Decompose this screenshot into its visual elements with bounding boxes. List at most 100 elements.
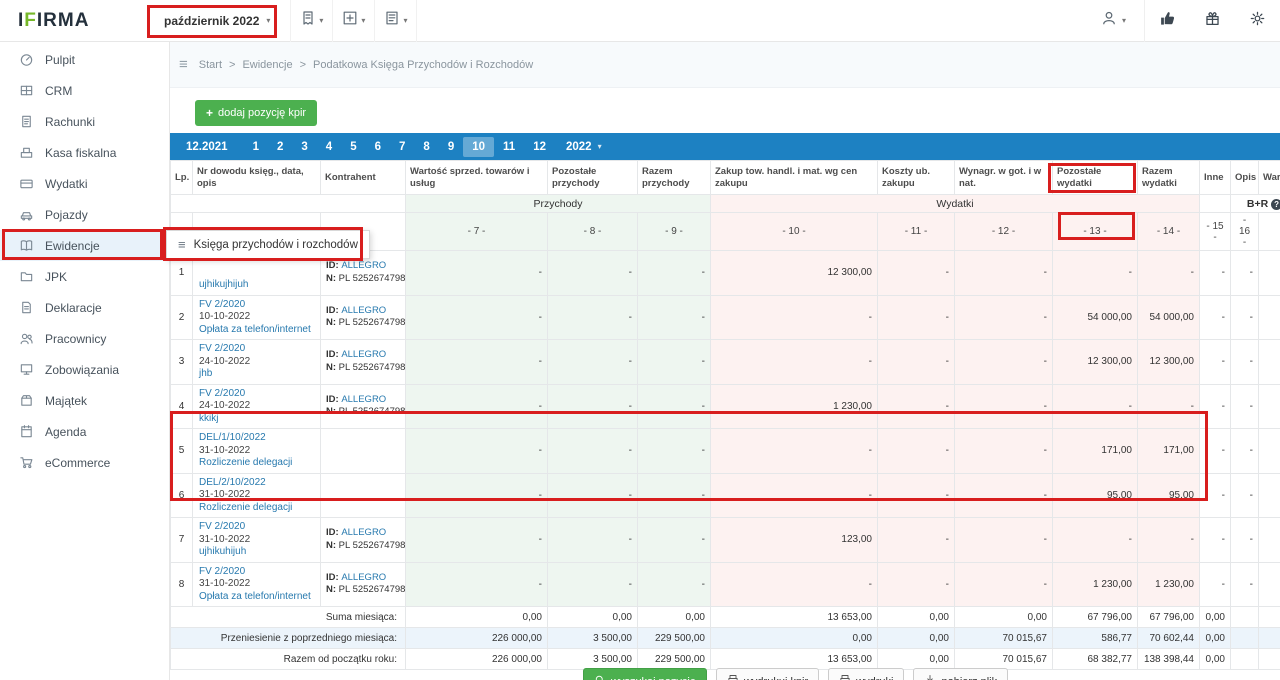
sidebar-item-jpk[interactable]: JPK: [0, 261, 169, 292]
document-description-link[interactable]: kkikj: [199, 413, 314, 426]
document-number-link[interactable]: FV 2/2020: [199, 388, 314, 401]
sidebar-item-zobowi-zania[interactable]: Zobowiązania: [0, 354, 169, 385]
breadcrumb-ewidencje[interactable]: Ewidencje: [242, 59, 292, 71]
wydrukuj-kpir-button[interactable]: wydrukuj kpir: [716, 668, 819, 680]
month-tab-10[interactable]: 10: [463, 137, 494, 157]
kontrahent-link[interactable]: ALLEGRO: [341, 572, 386, 583]
sidebar-item-maj-tek[interactable]: Majątek: [0, 385, 169, 416]
add-document-icon: [342, 10, 358, 31]
table-row[interactable]: 5DEL/1/10/202231-10-2022Rozliczenie dele…: [171, 429, 1280, 474]
menu-icon[interactable]: ≡: [179, 56, 188, 73]
summary-value: 67 796,00: [1053, 607, 1138, 628]
document-description-link[interactable]: jhb: [199, 368, 314, 381]
document-number-link[interactable]: FV 2/2020: [199, 521, 314, 534]
table-row[interactable]: 7FV 2/202031-10-2022ujhikuhijuhID: ALLEG…: [171, 518, 1280, 563]
document-description-link[interactable]: Rozliczenie delegacji: [199, 502, 314, 515]
month-tab-11[interactable]: 11: [494, 137, 524, 157]
document-number-link[interactable]: FV 2/2020: [199, 299, 314, 312]
receipt-button[interactable]: ▾: [290, 0, 332, 42]
breadcrumb-start[interactable]: Start: [199, 59, 222, 71]
month-tab-2[interactable]: 2: [268, 137, 292, 157]
document-cell: DEL/1/10/202231-10-2022Rozliczenie deleg…: [193, 429, 321, 474]
sidebar-item-pojazdy[interactable]: Pojazdy: [0, 199, 169, 230]
month-tab-4[interactable]: 4: [317, 137, 341, 157]
wyszukaj-pozycj-button[interactable]: wyszukaj pozycję: [583, 668, 707, 680]
year-dropdown[interactable]: 2022 ▾: [555, 137, 613, 157]
sidebar-item-agenda[interactable]: Agenda: [0, 416, 169, 447]
table-row[interactable]: 2FV 2/202010-10-2022Opłata za telefon/in…: [171, 295, 1280, 340]
notes-button[interactable]: ▾: [374, 0, 417, 42]
sidebar-item-crm[interactable]: CRM: [0, 75, 169, 106]
breadcrumb-bar: ≡ Start > Ewidencje > Podatkowa Księga P…: [170, 42, 1280, 88]
kontrahent-link[interactable]: ALLEGRO: [341, 349, 386, 360]
summary-value: [1231, 649, 1259, 670]
kontrahent-link[interactable]: ALLEGRO: [341, 260, 386, 271]
value-cell: -: [1231, 473, 1259, 518]
month-tab-3[interactable]: 3: [292, 137, 316, 157]
month-tab-5[interactable]: 5: [341, 137, 365, 157]
value-cell: -: [711, 340, 878, 385]
value-cell: -: [711, 429, 878, 474]
sidebar-item-deklaracje[interactable]: Deklaracje: [0, 292, 169, 323]
month-tab-12-2021[interactable]: 12.2021: [177, 137, 237, 157]
document-description-link[interactable]: Opłata za telefon/internet: [199, 324, 314, 337]
kontrahent-link[interactable]: ALLEGRO: [341, 527, 386, 538]
submenu-ksiega-przychodow[interactable]: ≡ Księga przychodów i rozchodów: [166, 230, 370, 259]
value-cell: -: [1231, 429, 1259, 474]
value-cell: -: [638, 429, 711, 474]
sidebar-item-label: Deklaracje: [45, 301, 102, 315]
ifirma-logo[interactable]: IFIRMA: [0, 10, 148, 32]
feedback-button[interactable]: [1145, 10, 1190, 32]
table-row[interactable]: 8FV 2/202031-10-2022Opłata za telefon/in…: [171, 562, 1280, 607]
document-date: 31-10-2022: [199, 578, 314, 591]
sidebar-item-kasa-fiskalna[interactable]: Kasa fiskalna: [0, 137, 169, 168]
sidebar-item-wydatki[interactable]: Wydatki: [0, 168, 169, 199]
gear-icon: [1249, 10, 1266, 32]
document-number-link[interactable]: FV 2/2020: [199, 343, 314, 356]
rewards-button[interactable]: [1190, 10, 1235, 32]
document-description-link[interactable]: Rozliczenie delegacji: [199, 457, 314, 470]
kontrahent-link[interactable]: ALLEGRO: [341, 305, 386, 316]
sidebar-item-pulpit[interactable]: Pulpit: [0, 44, 169, 75]
wydruki-button[interactable]: wydruki: [828, 668, 904, 680]
month-tab-9[interactable]: 9: [439, 137, 463, 157]
sidebar-item-rachunki[interactable]: Rachunki: [0, 106, 169, 137]
value-cell: -: [878, 295, 955, 340]
document-description-link[interactable]: ujhikujhijuh: [199, 279, 314, 292]
kontrahent-link[interactable]: ALLEGRO: [341, 394, 386, 405]
document-number-link[interactable]: DEL/2/10/2022: [199, 477, 314, 490]
value-cell: -: [1053, 518, 1138, 563]
month-tab-1[interactable]: 1: [244, 137, 268, 157]
document-cell: FV 2/202010-10-2022Opłata za telefon/int…: [193, 295, 321, 340]
month-tab-6[interactable]: 6: [366, 137, 390, 157]
thumbs-up-icon: [1159, 10, 1176, 32]
add-document-button[interactable]: ▾: [332, 0, 374, 42]
value-cell: -: [1231, 518, 1259, 563]
table-row[interactable]: 3FV 2/202024-10-2022jhbID: ALLEGRON: PL …: [171, 340, 1280, 385]
document-description-link[interactable]: ujhikuhijuh: [199, 546, 314, 559]
sidebar-item-ewidencje[interactable]: Ewidencje: [0, 230, 169, 261]
user-menu[interactable]: ▾: [1083, 10, 1144, 31]
month-tab-8[interactable]: 8: [414, 137, 438, 157]
value-cell: [1259, 295, 1280, 340]
help-icon[interactable]: ?: [1271, 199, 1280, 210]
document-number-link[interactable]: FV 2/2020: [199, 566, 314, 579]
value-cell: -: [406, 384, 548, 429]
document-date: 24-10-2022: [199, 356, 314, 369]
document-description-link[interactable]: Opłata za telefon/internet: [199, 591, 314, 604]
add-kpir-entry-button[interactable]: + dodaj pozycję kpir: [195, 100, 317, 126]
breadcrumb-separator: >: [300, 59, 306, 71]
caret-down-icon: ▾: [598, 142, 602, 151]
cash-register-icon: [19, 145, 34, 160]
sidebar-item-pracownicy[interactable]: Pracownicy: [0, 323, 169, 354]
table-row[interactable]: 6DEL/2/10/202231-10-2022Rozliczenie dele…: [171, 473, 1280, 518]
table-row[interactable]: 4FV 2/202024-10-2022kkikjID: ALLEGRON: P…: [171, 384, 1280, 429]
month-tab-12[interactable]: 12: [524, 137, 555, 157]
month-tab-7[interactable]: 7: [390, 137, 414, 157]
sidebar-item-ecommerce[interactable]: eCommerce: [0, 447, 169, 478]
document-number-link[interactable]: DEL/1/10/2022: [199, 432, 314, 445]
month-selector-dropdown[interactable]: październik 2022 ▾: [148, 5, 286, 37]
settings-button[interactable]: [1235, 10, 1280, 32]
bottom-buttons: wyszukaj pozycję wydrukuj kpir wydruki pobi…: [583, 668, 1008, 680]
pobierz-plik-button[interactable]: pobierz plik: [913, 668, 1008, 680]
